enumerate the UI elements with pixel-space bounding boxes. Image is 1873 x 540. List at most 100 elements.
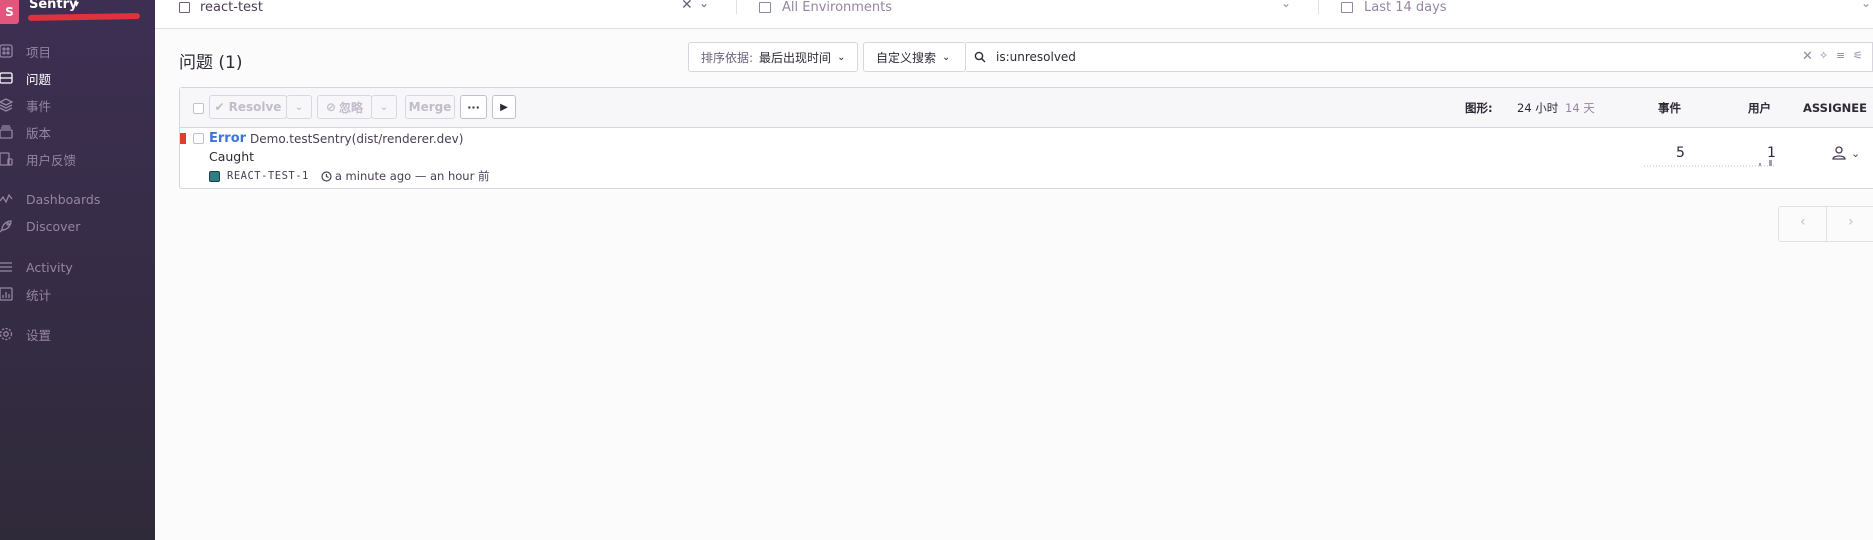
next-page-button[interactable]: › — [1848, 214, 1854, 230]
environment-icon — [759, 1, 771, 13]
issues-icon — [0, 70, 14, 86]
pin-search-icon[interactable]: ✧ — [1819, 49, 1828, 62]
events-icon — [0, 97, 14, 113]
sidebar-item-projects[interactable]: 项目 — [0, 40, 155, 62]
discover-icon — [0, 218, 14, 234]
chevron-down-icon[interactable]: ⌄ — [699, 0, 709, 10]
issue-checkbox[interactable] — [193, 133, 204, 144]
sidebar-item-label: Discover — [26, 218, 81, 234]
issue-user-count[interactable]: 1 — [1767, 145, 1776, 161]
activity-icon — [0, 259, 14, 275]
issue-short-id[interactable]: REACT-TEST-1 — [227, 170, 309, 182]
sidebar-item-label: 用户反馈 — [26, 152, 77, 168]
clear-search-icon[interactable]: ✕ — [1802, 49, 1813, 64]
dashboards-icon — [0, 191, 14, 207]
search-input[interactable] — [994, 49, 1698, 65]
time-range-label: Last 14 days — [1364, 0, 1447, 15]
chevron-down-icon: ⌄ — [294, 101, 304, 113]
select-all-checkbox[interactable] — [193, 103, 204, 114]
save-search-icon[interactable]: ≡ — [1836, 49, 1845, 62]
resolve-button[interactable]: ✔ Resolve — [209, 95, 287, 119]
chevron-down-icon: ⌄ — [837, 51, 846, 63]
check-icon: ✔ — [214, 100, 225, 114]
sidebar-item-label: Activity — [26, 259, 73, 275]
org-avatar: S — [0, 0, 19, 24]
project-icon — [179, 1, 190, 13]
assignee-selector[interactable]: ⌄ — [1831, 145, 1860, 161]
sidebar-item-dashboards[interactable]: Dashboards — [0, 188, 155, 210]
issue-meta: REACT-TEST-1 a minute ago — an hour 前 — [209, 168, 489, 184]
sidebar-item-issues[interactable]: 问题 — [0, 67, 155, 89]
issue-title-link[interactable]: Error — [209, 131, 246, 146]
search-options-icon[interactable]: ⚟ — [1853, 49, 1863, 62]
stats-icon — [0, 286, 14, 302]
sidebar-item-user-feedback[interactable]: 用户反馈 — [0, 148, 155, 170]
releases-icon — [0, 124, 14, 140]
chevron-down-icon: ⌄ — [942, 51, 951, 63]
org-name: Sentry — [29, 0, 78, 12]
sidebar-item-activity[interactable]: Activity — [0, 256, 155, 278]
sidebar-item-events[interactable]: 事件 — [0, 94, 155, 116]
merge-button[interactable]: Merge — [405, 95, 455, 119]
previous-page-button[interactable]: ‹ — [1800, 214, 1806, 230]
sort-value: 最后出现时间 — [759, 50, 832, 65]
more-actions-button[interactable]: ··· — [460, 95, 487, 119]
saved-search-dropdown[interactable]: 自定义搜索 ⌄ — [863, 42, 966, 72]
chevron-down-icon: ⌄ — [379, 101, 389, 113]
chevron-down-icon: ▾ — [74, 0, 80, 10]
stream-actions-header: ✔ Resolve ⌄ ⊘ 忽略 ⌄ Merge ··· ▶ 图形: 24 小时… — [180, 88, 1873, 128]
sidebar: S Sentry ▾ 项目 问题 事件 版本 用户反馈 Dashboards D… — [0, 0, 155, 540]
resolve-dropdown-button[interactable]: ⌄ — [286, 95, 312, 119]
graph-toggle-24h[interactable]: 24 小时 — [1517, 88, 1558, 127]
chevron-down-icon[interactable]: ⌄ — [1281, 0, 1291, 10]
chevron-down-icon[interactable]: ⌄ — [1861, 0, 1871, 10]
ignore-button[interactable]: ⊘ 忽略 — [317, 95, 372, 119]
sort-dropdown[interactable]: 排序依据: 最后出现时间 ⌄ — [688, 42, 858, 72]
user-feedback-icon — [0, 151, 14, 167]
pagination: ‹ › — [1778, 206, 1873, 242]
play-icon: ▶ — [500, 101, 508, 113]
user-icon — [1831, 145, 1847, 161]
ignore-icon: ⊘ — [325, 100, 337, 114]
global-selection-header: react-test ✕ ⌄ All Environments ⌄ Last 1… — [155, 0, 1873, 29]
issue-event-count[interactable]: 5 — [1676, 145, 1685, 161]
column-assignee: ASSIGNEE — [1803, 100, 1868, 115]
redaction-mark — [27, 13, 141, 21]
chevron-down-icon: ⌄ — [1851, 146, 1861, 160]
sidebar-item-settings[interactable]: 设置 — [0, 323, 155, 345]
ignore-dropdown-button[interactable]: ⌄ — [371, 95, 397, 119]
issue-row[interactable]: Error Demo.testSentry(dist/renderer.dev)… — [180, 127, 1873, 188]
project-selector[interactable]: react-test — [179, 0, 263, 15]
realtime-play-button[interactable]: ▶ — [492, 95, 516, 119]
time-range-selector[interactable]: Last 14 days — [1341, 0, 1447, 15]
sort-label: 排序依据: — [701, 50, 754, 65]
sidebar-item-label: Dashboards — [26, 191, 101, 207]
sidebar-item-label: 项目 — [26, 44, 52, 60]
ellipsis-icon: ··· — [467, 100, 480, 114]
sidebar-item-label: 事件 — [26, 98, 52, 114]
graph-label: 图形: — [1465, 100, 1493, 115]
project-name: react-test — [200, 0, 263, 15]
environment-label: All Environments — [782, 0, 893, 15]
sidebar-item-releases[interactable]: 版本 — [0, 121, 155, 143]
level-indicator-error — [180, 133, 186, 144]
environment-selector[interactable]: All Environments — [759, 0, 893, 15]
project-badge-icon — [209, 170, 220, 182]
org-switcher[interactable]: S Sentry ▾ — [0, 0, 155, 24]
settings-icon — [0, 326, 14, 342]
search-bar: ✕ ✧ ≡ ⚟ — [966, 42, 1873, 72]
clock-icon — [321, 170, 332, 182]
column-users: 用户 — [1748, 100, 1771, 115]
projects-icon — [0, 43, 14, 59]
clear-project-icon[interactable]: ✕ — [681, 0, 693, 13]
issue-stream: ✔ Resolve ⌄ ⊘ 忽略 ⌄ Merge ··· ▶ 图形: 24 小时… — [179, 87, 1873, 189]
sidebar-item-discover[interactable]: Discover — [0, 215, 155, 237]
sidebar-item-stats[interactable]: 统计 — [0, 283, 155, 305]
sidebar-item-label: 版本 — [26, 125, 52, 141]
issue-message: Caught — [209, 149, 255, 164]
issue-sparkline — [1644, 160, 1774, 167]
graph-toggle-14d[interactable]: 14 天 — [1565, 88, 1595, 127]
page-title: 问题 (1) — [179, 53, 243, 73]
search-icon — [974, 51, 986, 63]
saved-search-label: 自定义搜索 — [876, 50, 937, 65]
